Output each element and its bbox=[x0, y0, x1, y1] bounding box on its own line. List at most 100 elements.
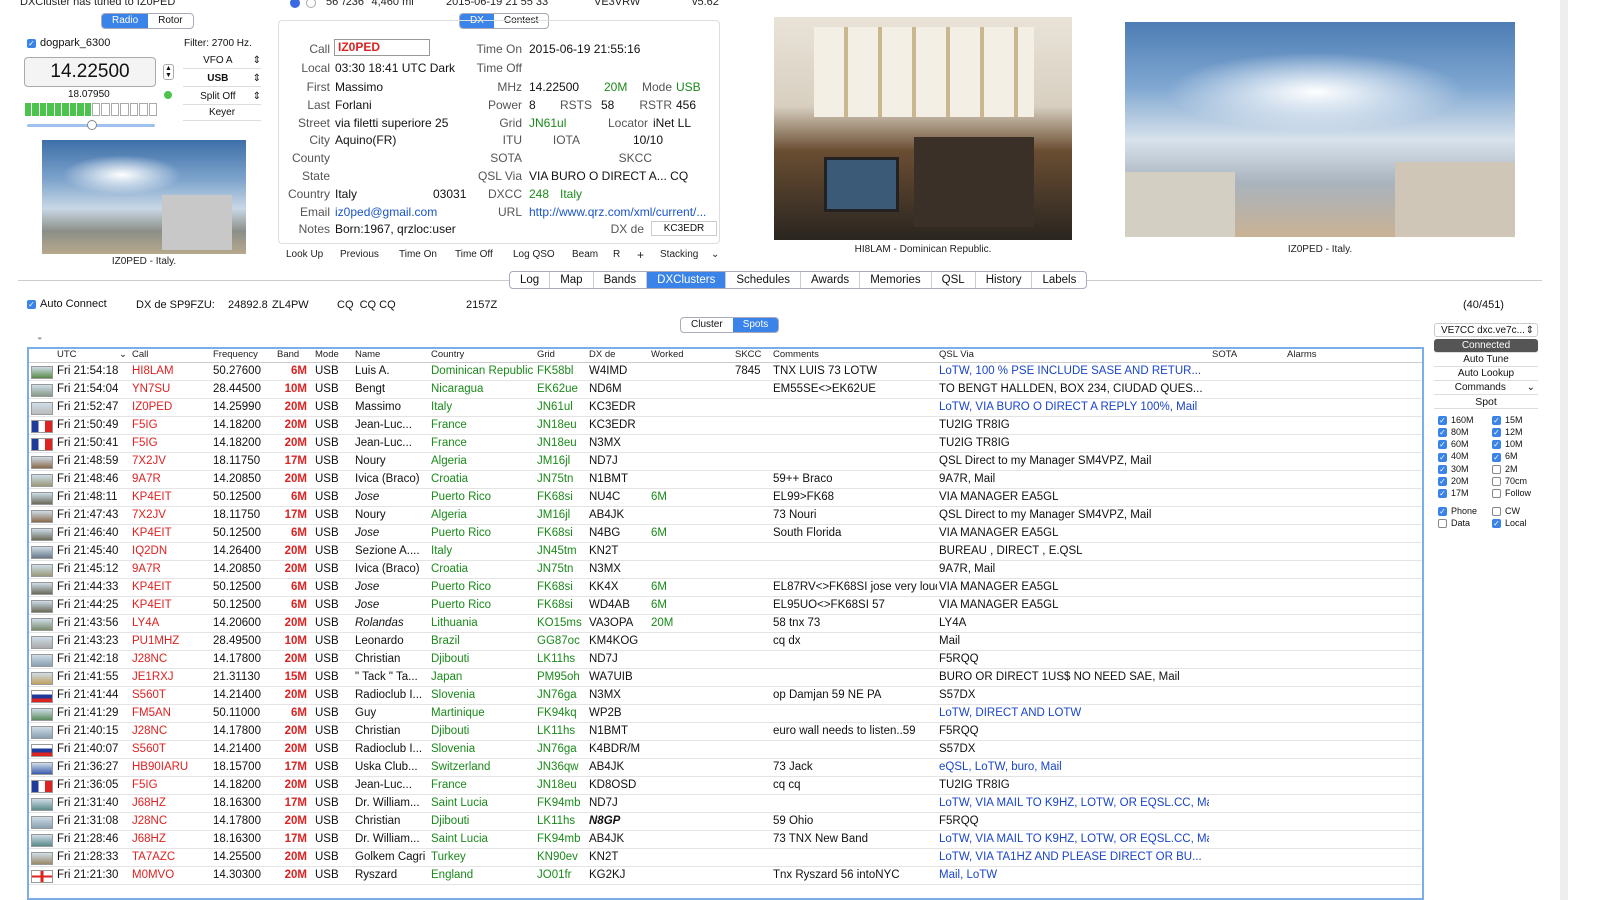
table-row[interactable]: Fri 21:36:27 HB90IARU 18.15700 17M USB Uska C… bbox=[29, 759, 1422, 777]
table-row[interactable]: Fri 21:40:07 S560T 14.21400 20M USB Radioclub… bbox=[29, 741, 1422, 759]
table-row[interactable]: Fri 21:21:30 M0MVO 14.30300 20M USB Ryszard En… bbox=[29, 867, 1422, 885]
seg-radio[interactable]: Radio bbox=[102, 14, 149, 28]
table-row[interactable]: Fri 21:48:59 7X2JV 18.11750 17M USB Noury Alge… bbox=[29, 453, 1422, 471]
collapse-icon[interactable]: ◒ bbox=[37, 332, 42, 342]
table-row[interactable]: Fri 21:28:46 J68HZ 18.16300 17M USB Dr. Willi… bbox=[29, 831, 1422, 849]
table-row[interactable]: Fri 21:50:49 F5IG 14.18200 20M USB Jean-Luc..… bbox=[29, 417, 1422, 435]
filter-30m[interactable]: ✓ 30M bbox=[1438, 464, 1492, 474]
radio-select[interactable]: ✓ dogpark_6300 bbox=[27, 37, 110, 49]
filter-10m[interactable]: ✓ 10M bbox=[1492, 439, 1542, 450]
checkbox-icon[interactable] bbox=[1492, 476, 1501, 486]
filter-60m[interactable]: ✓ 60M bbox=[1438, 439, 1492, 450]
seg-spots[interactable]: Spots bbox=[732, 318, 779, 332]
checkbox-icon[interactable] bbox=[1492, 507, 1501, 516]
col-mode[interactable]: Mode bbox=[315, 349, 339, 360]
tab-memories[interactable]: Memories bbox=[860, 272, 932, 288]
col-band[interactable]: Band bbox=[277, 349, 299, 360]
checkbox-icon[interactable] bbox=[1492, 488, 1501, 498]
seg-rotor[interactable]: Rotor bbox=[148, 14, 192, 28]
table-row[interactable]: Fri 21:28:33 TA7AZC 14.25500 20M USB Golkem C… bbox=[29, 849, 1422, 867]
previous-button[interactable]: Previous bbox=[340, 249, 379, 260]
table-row[interactable]: Fri 21:44:33 KP4EIT 50.12500 6M USB Jose Puert… bbox=[29, 579, 1422, 597]
col-sota[interactable]: SOTA bbox=[1212, 349, 1237, 360]
table-row[interactable]: Fri 21:54:04 YN7SU 28.44500 10M USB Bengt Nica… bbox=[29, 381, 1422, 399]
dxcc-value[interactable]: 248 bbox=[529, 187, 549, 201]
radio-indicator[interactable] bbox=[290, 0, 300, 8]
table-row[interactable]: Fri 21:43:23 PU1MHZ 28.49500 10M USB Leonardo… bbox=[29, 633, 1422, 651]
tab-map[interactable]: Map bbox=[550, 272, 594, 288]
filter-12m[interactable]: ✓ 12M bbox=[1492, 427, 1542, 438]
filter-data[interactable]: Data bbox=[1438, 518, 1492, 529]
col-frequency[interactable]: Frequency bbox=[213, 349, 258, 360]
filter-15m[interactable]: ✓ 15M bbox=[1492, 415, 1542, 426]
checkbox-icon[interactable]: ✓ bbox=[1438, 476, 1447, 486]
mode-select[interactable]: USB ⇕ bbox=[183, 73, 261, 87]
cluster-spots-toggle[interactable]: Cluster Spots bbox=[680, 317, 780, 333]
tab-dxclusters[interactable]: DXClusters bbox=[647, 272, 727, 288]
checkbox-icon[interactable]: ✓ bbox=[1438, 464, 1447, 474]
filter-17m[interactable]: ✓ 17M bbox=[1438, 488, 1492, 498]
checkbox-icon[interactable]: ✓ bbox=[1492, 428, 1501, 438]
qslvia-value[interactable]: VIA BURO O DIRECT A... CQ bbox=[529, 169, 688, 183]
mhz-value[interactable]: 14.22500 bbox=[529, 80, 579, 94]
table-row[interactable]: Fri 21:41:44 S560T 14.21400 20M USB Radioclub… bbox=[29, 687, 1422, 705]
table-row[interactable]: Fri 21:52:47 IZ0PED 14.25990 20M USB Massimo I… bbox=[29, 399, 1422, 417]
table-row[interactable]: Fri 21:31:40 J68HZ 18.16300 17M USB Dr. Willi… bbox=[29, 795, 1422, 813]
city-value[interactable]: Aquino(FR) bbox=[335, 133, 396, 147]
table-row[interactable]: Fri 21:47:43 7X2JV 18.11750 17M USB Noury Alge… bbox=[29, 507, 1422, 525]
url-link[interactable]: http://www.qrz.com/xml/current/... bbox=[529, 205, 717, 219]
timeon-value[interactable]: 2015-06-19 21:55:16 bbox=[529, 42, 640, 56]
checkbox-icon[interactable] bbox=[1492, 464, 1501, 474]
call-input[interactable]: IZ0PED bbox=[334, 39, 430, 56]
col-dxde[interactable]: DX de bbox=[589, 349, 615, 360]
col-call[interactable]: Call bbox=[132, 349, 148, 360]
tab-schedules[interactable]: Schedules bbox=[726, 272, 802, 288]
filter-6m[interactable]: ✓ 6M bbox=[1492, 451, 1542, 462]
beam-button[interactable]: Beam bbox=[572, 249, 598, 260]
table-row[interactable]: Fri 21:44:25 KP4EIT 50.12500 6M USB Jose Puert… bbox=[29, 597, 1422, 615]
tab-qsl[interactable]: QSL bbox=[932, 272, 976, 288]
table-row[interactable]: Fri 21:54:18 HI8LAM 50.27600 6M USB Luis A. Do… bbox=[29, 363, 1422, 381]
checkbox-icon[interactable] bbox=[1438, 519, 1447, 529]
stacking-select[interactable]: Stacking bbox=[660, 249, 698, 260]
table-row[interactable]: Fri 21:48:11 KP4EIT 50.12500 6M USB Jose Puert… bbox=[29, 489, 1422, 507]
col-name[interactable]: Name bbox=[355, 349, 380, 360]
country-value[interactable]: Italy bbox=[335, 187, 357, 201]
rsts-value[interactable]: 58 bbox=[601, 98, 614, 112]
checkbox-icon[interactable]: ✓ bbox=[1492, 440, 1501, 450]
col-utc[interactable]: UTC bbox=[57, 349, 77, 360]
checkbox-icon[interactable]: ✓ bbox=[1438, 416, 1447, 426]
first-name[interactable]: Massimo bbox=[335, 80, 383, 94]
checkbox-icon[interactable]: ✓ bbox=[1438, 488, 1447, 498]
power-value[interactable]: 8 bbox=[529, 98, 536, 112]
filter-phone[interactable]: ✓ Phone bbox=[1438, 506, 1492, 516]
email-link[interactable]: iz0ped@gmail.com bbox=[335, 205, 437, 219]
split-select[interactable]: Split Off ⇕ bbox=[183, 91, 261, 105]
add-button[interactable]: + bbox=[637, 248, 644, 262]
table-row[interactable]: Fri 21:43:56 LY4A 14.20600 20M USB Rolandas Li… bbox=[29, 615, 1422, 633]
rstr-value[interactable]: 456 bbox=[676, 98, 696, 112]
checkbox-icon[interactable]: ✓ bbox=[1438, 440, 1447, 450]
checkbox-icon[interactable]: ✓ bbox=[1492, 416, 1501, 426]
table-row[interactable]: Fri 21:40:15 J28NC 14.17800 20M USB Christian… bbox=[29, 723, 1422, 741]
connected-button[interactable]: Connected bbox=[1434, 339, 1538, 353]
dxde-field[interactable]: KC3EDR bbox=[651, 221, 717, 236]
timeoff-button[interactable]: Time Off bbox=[455, 249, 493, 260]
table-row[interactable]: Fri 21:45:40 IQ2DN 14.26400 20M USB Sezione A… bbox=[29, 543, 1422, 561]
sort-chevron-icon[interactable]: ⌄ bbox=[119, 349, 127, 360]
vfo-select[interactable]: VFO A ⇕ bbox=[183, 55, 261, 69]
tab-awards[interactable]: Awards bbox=[801, 272, 861, 288]
keyer-button[interactable]: Keyer bbox=[183, 107, 261, 121]
auto-tune-button[interactable]: Auto Tune bbox=[1434, 353, 1538, 367]
table-row[interactable]: Fri 21:46:40 KP4EIT 50.12500 6M USB Jose Puert… bbox=[29, 525, 1422, 543]
table-row[interactable]: Fri 21:41:29 FM5AN 50.11000 6M USB Guy Martini… bbox=[29, 705, 1422, 723]
filter-40m[interactable]: ✓ 40M bbox=[1438, 451, 1492, 462]
lookup-button[interactable]: Look Up bbox=[286, 249, 323, 260]
tab-labels[interactable]: Labels bbox=[1032, 272, 1086, 288]
commands-select[interactable]: Commands ⌄ bbox=[1434, 381, 1538, 395]
col-skcc[interactable]: SKCC bbox=[735, 349, 761, 360]
auto-connect-checkbox[interactable]: ✓ bbox=[27, 299, 36, 309]
col-qslvia[interactable]: QSL Via bbox=[939, 349, 974, 360]
table-row[interactable]: Fri 21:50:41 F5IG 14.18200 20M USB Jean-Luc..… bbox=[29, 435, 1422, 453]
filter-2m[interactable]: 2M bbox=[1492, 464, 1542, 474]
